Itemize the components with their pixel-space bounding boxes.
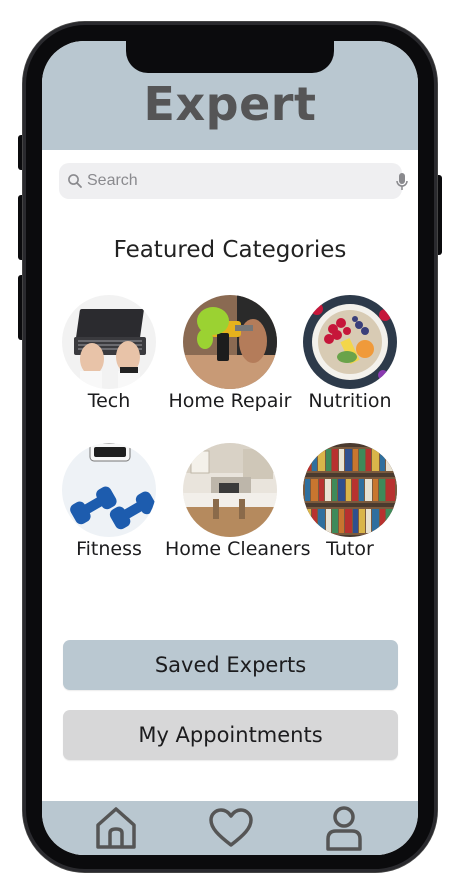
user-icon [326,806,362,851]
device-mockup: Expert Featured Categories [0,0,460,895]
home-icon [96,807,136,849]
power-drill-photo [183,295,277,389]
app-title: Expert [143,77,317,131]
laptop-typing-photo [62,295,156,389]
saved-experts-label: Saved Experts [154,653,307,677]
category-label: Home Cleaners [165,538,311,560]
category-label: Nutrition [308,390,392,412]
fruit-bowl-photo [303,295,397,389]
heart-icon [209,808,253,847]
category-home-repair[interactable]: Home Repair [165,295,295,413]
category-nutrition[interactable]: Nutrition [285,295,415,413]
tab-profile[interactable] [320,804,368,852]
kitchen-photo [183,443,277,537]
search-icon [68,174,82,188]
category-fitness[interactable]: Fitness [44,443,174,561]
featured-categories-title: Featured Categories [113,237,347,263]
category-label: Home Repair [168,390,292,412]
category-label: Tutor [326,538,374,560]
search-input[interactable] [87,163,367,199]
tab-favorites[interactable] [207,804,255,852]
notch [126,41,334,73]
microphone-icon[interactable] [395,172,409,192]
dumbbells-photo [62,443,156,537]
category-tech[interactable]: Tech [44,295,174,413]
app-screen: Expert Featured Categories [42,41,418,855]
category-label: Tech [87,390,131,412]
tab-home[interactable] [92,804,140,852]
category-label: Fitness [76,538,142,560]
category-home-cleaners[interactable]: Home Cleaners [165,443,311,561]
bottom-tab-bar [42,801,418,855]
my-appointments-label: My Appointments [138,723,323,747]
category-tutor[interactable]: Tutor [285,443,415,561]
saved-experts-button[interactable]: Saved Experts [63,640,398,690]
search-bar[interactable] [59,163,408,199]
my-appointments-button[interactable]: My Appointments [63,710,398,760]
bookshelf-photo [303,443,397,537]
